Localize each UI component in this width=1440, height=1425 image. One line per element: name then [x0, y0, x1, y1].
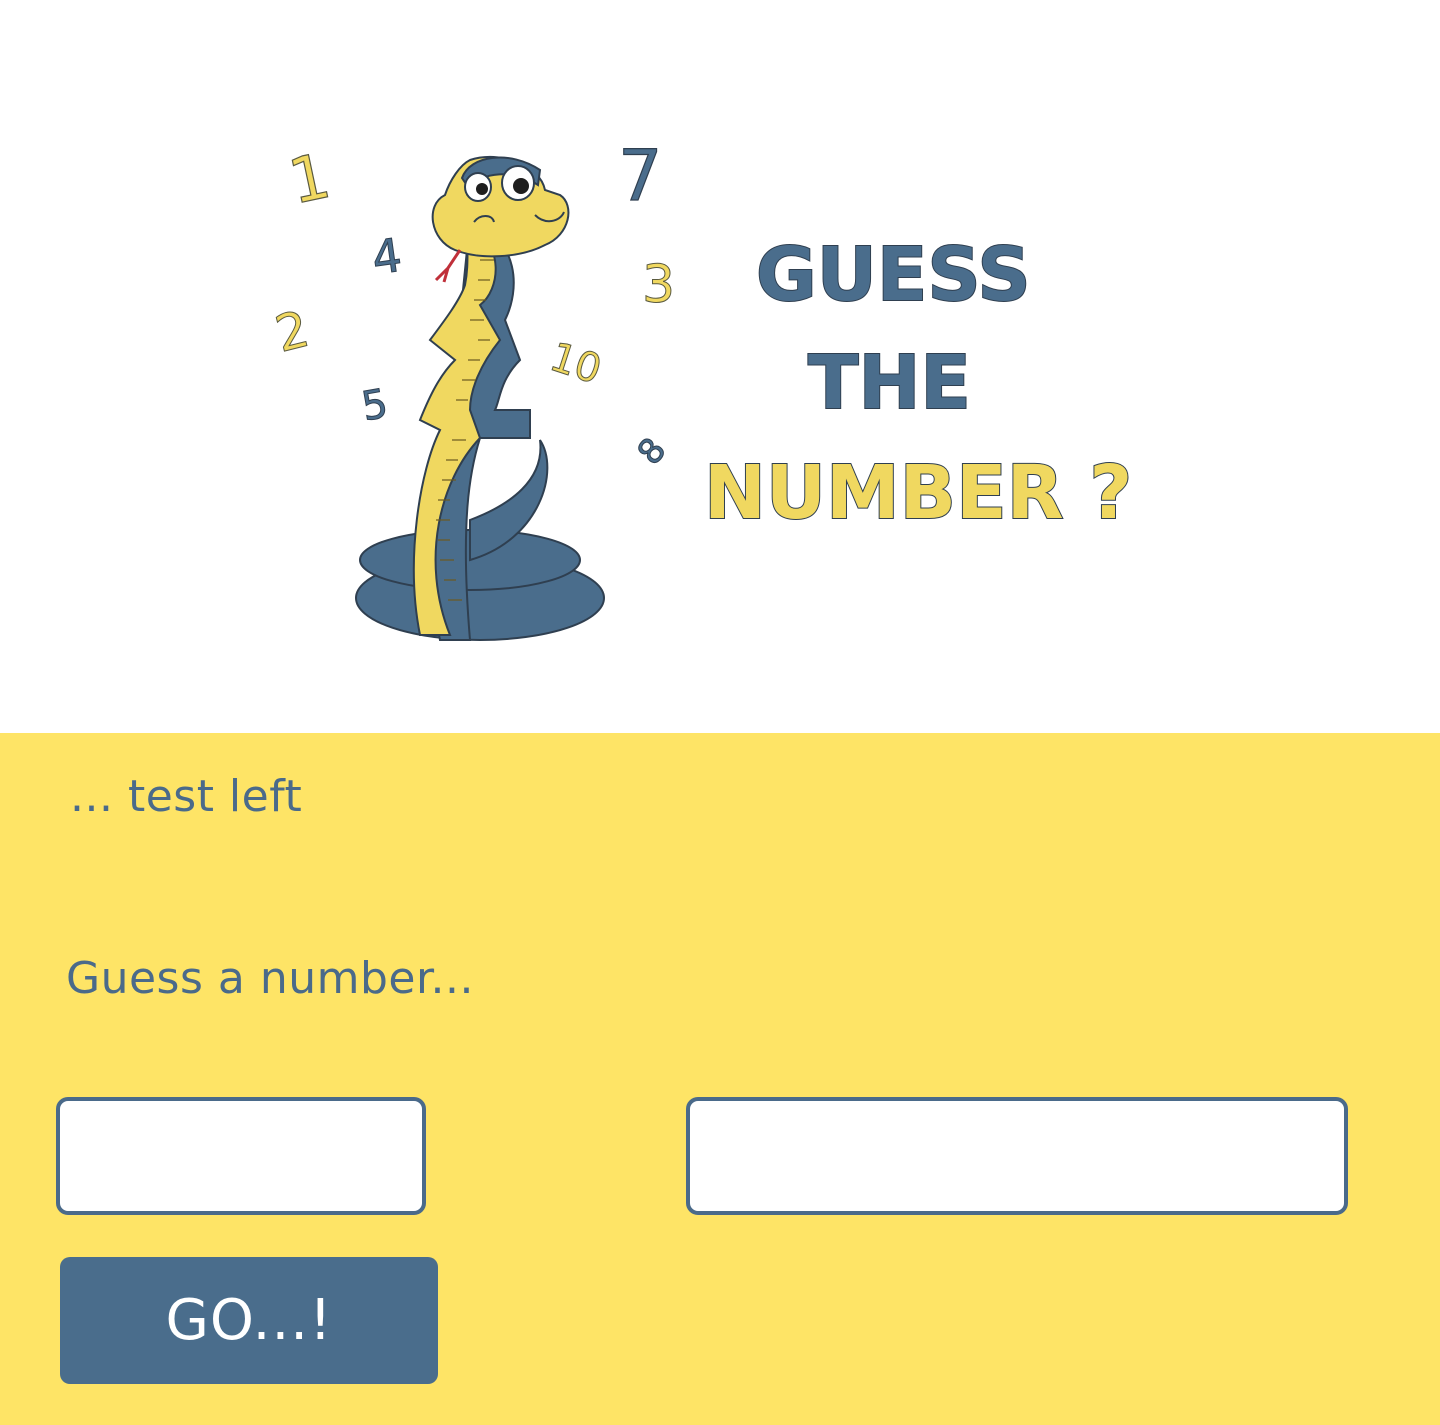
floating-number: 2	[270, 300, 315, 364]
game-panel: ... test left Guess a number... GO...!	[0, 733, 1440, 1425]
floating-number: 5	[358, 381, 391, 431]
tests-left-text: ... test left	[70, 771, 303, 822]
go-button[interactable]: GO...!	[60, 1257, 438, 1384]
guess-the-number-logo: 1 7 4 3 2 10 5 8 GUESS THE NUMBER ?	[269, 134, 1133, 641]
title-line-3: NUMBER ?	[704, 450, 1132, 536]
floating-number: 8	[630, 430, 675, 472]
title-line-2: THE	[808, 340, 971, 426]
floating-number: 4	[369, 228, 406, 286]
floating-number: 10	[544, 334, 607, 393]
result-output	[686, 1097, 1348, 1215]
guess-input[interactable]	[56, 1097, 426, 1215]
guess-prompt: Guess a number...	[66, 953, 474, 1004]
header-banner: 1 7 4 3 2 10 5 8 GUESS THE NUMBER ?	[0, 0, 1440, 733]
title-lines: GUESS THE NUMBER ?	[703, 231, 1133, 537]
floating-number: 1	[283, 139, 337, 219]
floating-number: 7	[618, 135, 663, 217]
title-line-1: GUESS	[756, 232, 1031, 318]
floating-number: 3	[642, 255, 675, 315]
